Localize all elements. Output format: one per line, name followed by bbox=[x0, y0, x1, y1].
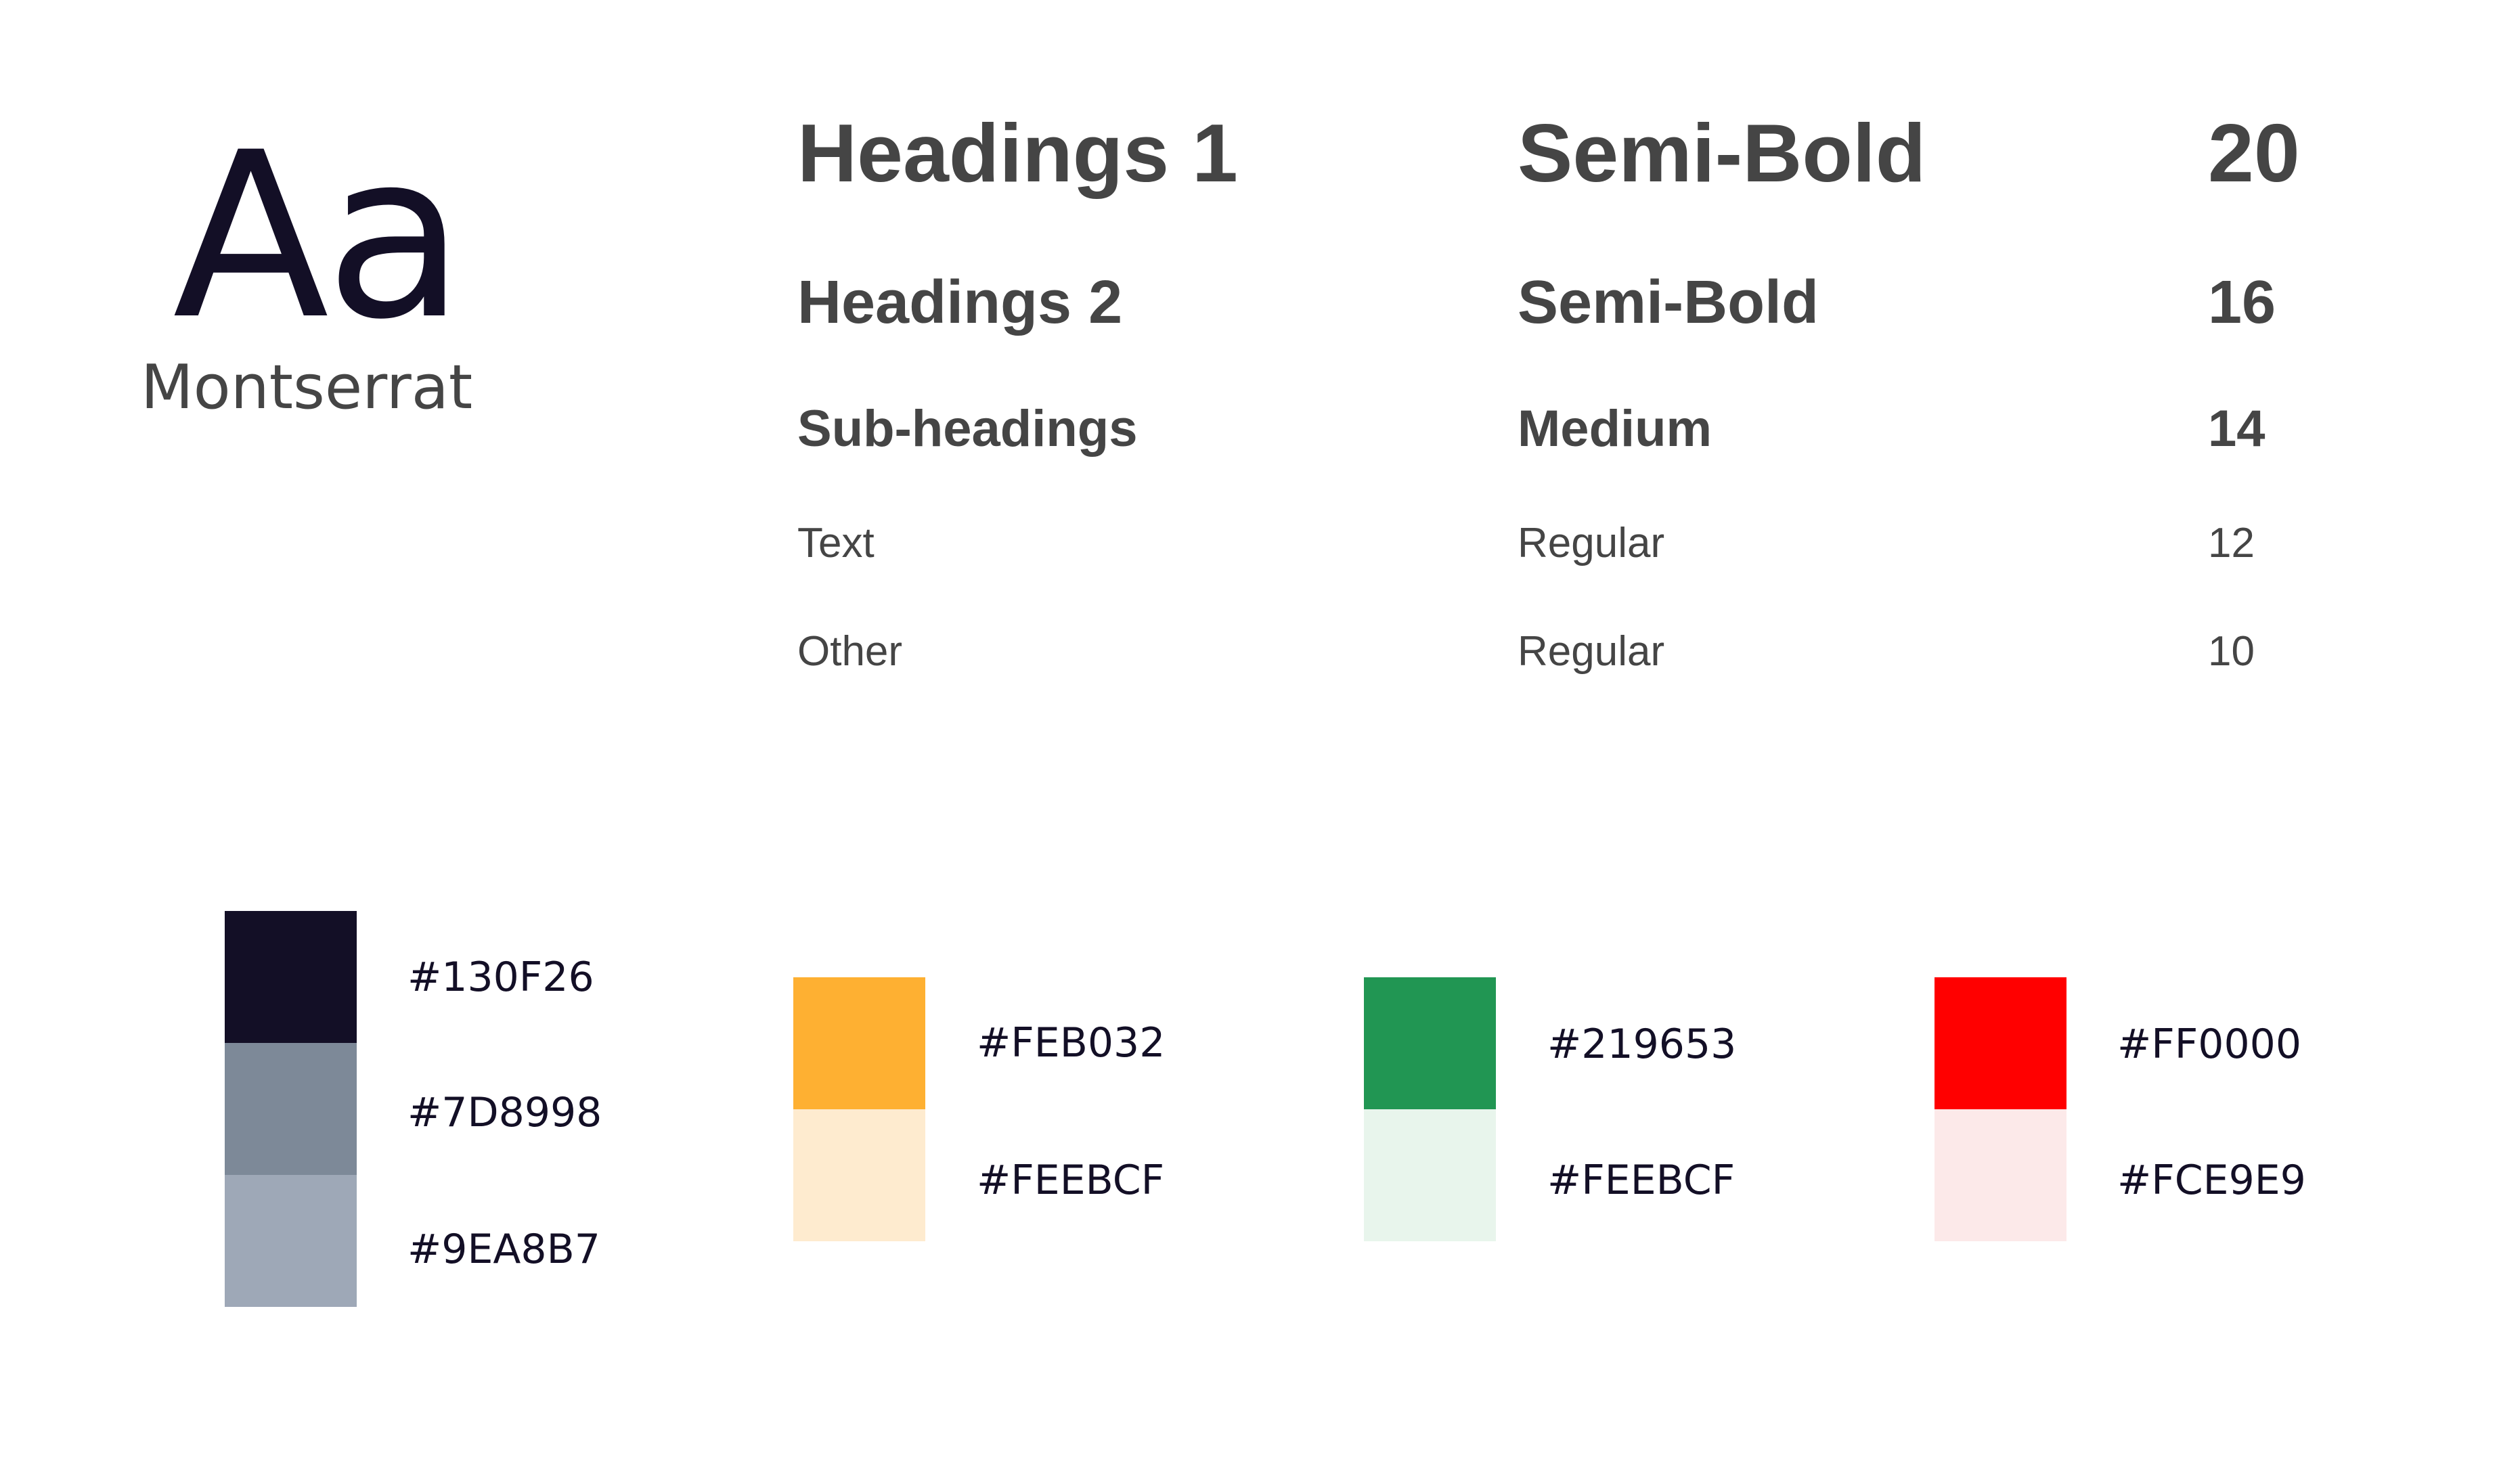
style-name-headings-1: Headings 1 bbox=[797, 107, 1238, 199]
style-size-sub-headings: 14 bbox=[2208, 400, 2265, 458]
color-swatch bbox=[225, 911, 357, 1043]
color-swatch bbox=[1364, 977, 1496, 1109]
style-size-headings-1: 20 bbox=[2208, 107, 2300, 199]
color-hex-label: #FEB032 bbox=[977, 1019, 1166, 1067]
color-swatch bbox=[1364, 1109, 1496, 1241]
color-hex-label: #9EA8B7 bbox=[407, 1226, 600, 1273]
style-weight-sub-headings: Medium bbox=[1518, 400, 1712, 458]
color-swatch bbox=[225, 1043, 357, 1175]
style-weight-text: Regular bbox=[1518, 520, 1665, 566]
style-weight-headings-1: Semi-Bold bbox=[1518, 107, 1926, 199]
color-hex-label: #FEEBCF bbox=[1547, 1157, 1736, 1204]
style-name-text: Text bbox=[797, 520, 875, 566]
color-hex-label: #FEEBCF bbox=[977, 1157, 1165, 1204]
color-swatch bbox=[1935, 1109, 2066, 1241]
style-size-text: 12 bbox=[2208, 520, 2255, 566]
color-swatch bbox=[793, 1109, 925, 1241]
color-hex-label: #FCE9E9 bbox=[2117, 1157, 2306, 1204]
font-sample: Aa bbox=[173, 103, 465, 370]
color-swatch bbox=[793, 977, 925, 1109]
style-name-headings-2: Headings 2 bbox=[797, 269, 1123, 336]
color-swatch bbox=[1935, 977, 2066, 1109]
style-weight-other: Regular bbox=[1518, 628, 1665, 675]
style-weight-headings-2: Semi-Bold bbox=[1518, 269, 1819, 336]
style-name-other: Other bbox=[797, 628, 903, 675]
style-size-other: 10 bbox=[2208, 628, 2255, 675]
color-hex-label: #130F26 bbox=[407, 954, 594, 1001]
style-size-headings-2: 16 bbox=[2208, 269, 2276, 336]
style-name-sub-headings: Sub-headings bbox=[797, 400, 1138, 458]
color-hex-label: #7D8998 bbox=[407, 1089, 602, 1136]
font-name: Montserrat bbox=[141, 352, 473, 423]
color-hex-label: #219653 bbox=[1547, 1021, 1737, 1068]
color-hex-label: #FF0000 bbox=[2117, 1021, 2301, 1068]
color-swatch bbox=[225, 1175, 357, 1307]
